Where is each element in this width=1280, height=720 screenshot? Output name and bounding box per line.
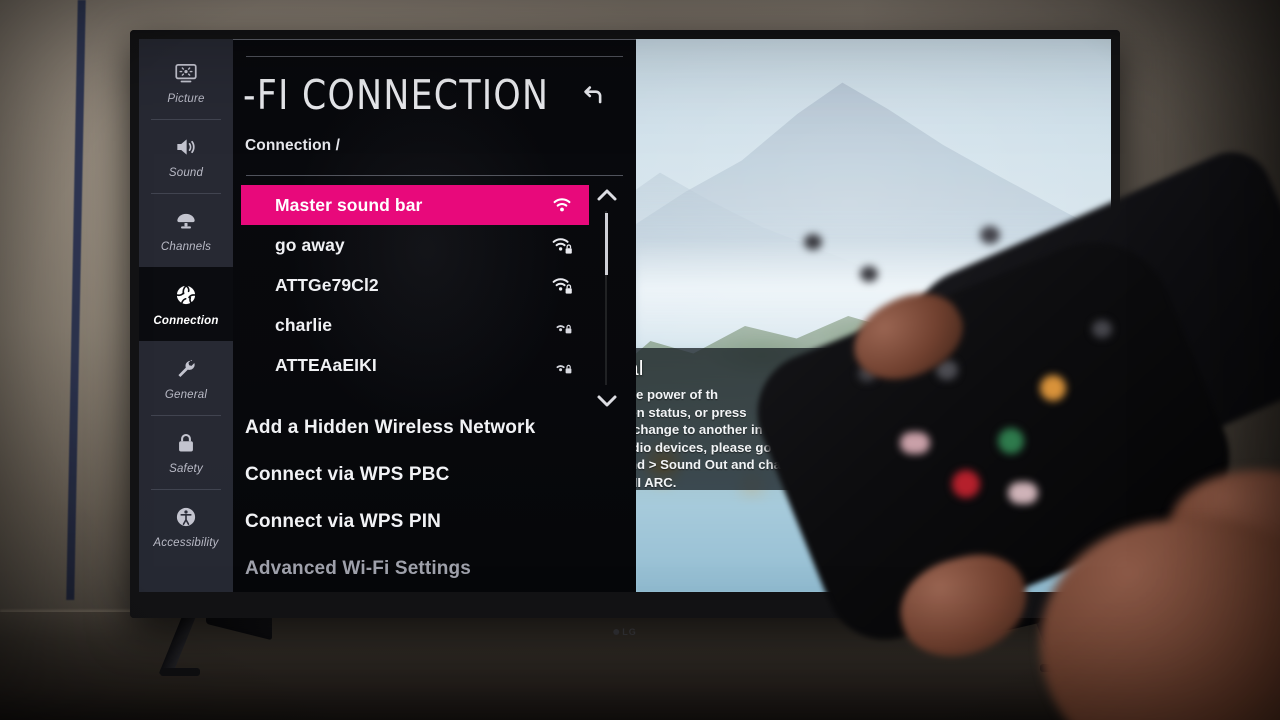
sidebar-item-picture[interactable]: Picture — [139, 45, 233, 119]
lock-icon — [173, 430, 199, 456]
tv-foot-right — [1040, 664, 1080, 672]
globe-network-icon — [173, 282, 199, 308]
page-title: -FI CONNECTION — [243, 71, 550, 119]
tv-screen: No Signal Please check the power of th c… — [139, 39, 1111, 592]
tv-foot-left — [160, 668, 200, 676]
settings-content: -FI CONNECTION Connection / Master sound… — [233, 39, 636, 592]
wifi-ssid-label: ATTGe79Cl2 — [275, 274, 379, 295]
wifi-network-row[interactable]: go away — [241, 225, 589, 265]
sidebar-item-channels[interactable]: Channels — [139, 193, 233, 267]
wrench-icon — [173, 356, 199, 382]
no-signal-line-5: Settings > Sound > Sound Out and change — [636, 457, 805, 473]
sidebar-item-general[interactable]: General — [139, 341, 233, 415]
tv-stand-surface — [0, 612, 1280, 720]
background-wallpaper: No Signal Please check the power of th c… — [636, 39, 1111, 592]
sidebar-item-label: Sound — [168, 166, 204, 179]
no-signal-line-4: For external audio devices, please go to — [636, 439, 788, 455]
no-signal-line-6: settings to HDMI ARC. — [636, 474, 677, 490]
television: LG No Signal Please check t — [130, 30, 1120, 637]
connect-wps-pin-item[interactable]: Connect via WPS PIN — [245, 498, 625, 545]
wifi-lock-icon — [549, 234, 575, 256]
wifi-network-row[interactable]: ATTGe79Cl2 — [241, 265, 589, 305]
sidebar-item-label: Connection — [153, 314, 219, 327]
sidebar-item-connection[interactable]: Connection — [139, 267, 233, 341]
no-signal-title: No Signal — [636, 358, 644, 380]
sidebar-item-label: Accessibility — [153, 536, 219, 549]
breadcrumb: Connection / — [245, 137, 341, 154]
sidebar-item-accessibility[interactable]: Accessibility — [139, 489, 233, 563]
no-signal-line-2: cable connection status, or press — [636, 404, 747, 420]
list-scrollbar[interactable] — [593, 187, 621, 409]
no-signal-panel: No Signal Please check the power of th c… — [636, 348, 898, 490]
wifi-network-list: Master sound bar go away ATTGe79Cl2 char… — [241, 185, 589, 385]
no-signal-line-3: your remote to change to another in — [636, 422, 763, 438]
scrollbar-thumb[interactable] — [605, 213, 608, 275]
wifi-network-row-selected[interactable]: Master sound bar — [241, 185, 589, 225]
sidebar-item-sound[interactable]: Sound — [139, 119, 233, 193]
speaker-icon — [173, 134, 199, 160]
sidebar-item-label: General — [164, 388, 208, 401]
sidebar-item-safety[interactable]: Safety — [139, 415, 233, 489]
settings-sidebar: Picture Sound Channels Connection Genera… — [139, 39, 233, 592]
lg-logo-text: LG — [622, 627, 637, 637]
wifi-network-row[interactable]: charlie — [241, 305, 589, 345]
accessibility-icon — [173, 504, 199, 530]
sidebar-item-label: Safety — [169, 462, 203, 475]
lg-logo-dot — [613, 629, 620, 635]
wifi-icon — [549, 194, 575, 216]
wifi-ssid-label: ATTEAaEIKI — [275, 354, 377, 375]
back-arrow-icon[interactable] — [578, 83, 606, 109]
divider-low — [233, 39, 636, 40]
advanced-wifi-settings-item[interactable]: Advanced Wi-Fi Settings — [245, 545, 625, 592]
divider-middle — [246, 175, 623, 176]
no-signal-line-1: Please check the power of th — [636, 387, 719, 402]
wifi-lock-icon — [549, 274, 575, 296]
wifi-network-row[interactable]: ATTEAaEIKI — [241, 345, 589, 385]
connect-wps-pbc-item[interactable]: Connect via WPS PBC — [245, 451, 625, 498]
wallpaper-glow — [636, 39, 1111, 592]
wifi-lock-icon — [549, 354, 575, 376]
picture-icon — [173, 60, 199, 86]
sidebar-item-label: Picture — [167, 92, 205, 105]
wifi-lock-icon — [549, 314, 575, 336]
chevron-up-icon[interactable] — [595, 187, 619, 203]
wifi-ssid-label: go away — [275, 234, 345, 255]
wifi-ssid-label: charlie — [275, 314, 333, 335]
sidebar-item-label: Channels — [160, 240, 212, 253]
settings-menu-overlay: Picture Sound Channels Connection Genera… — [139, 39, 636, 592]
add-hidden-network-item[interactable]: Add a Hidden Wireless Network — [245, 404, 625, 451]
lg-logo: LG — [613, 627, 637, 637]
wifi-ssid-label: Master sound bar — [275, 194, 423, 215]
divider-top — [246, 56, 623, 57]
satellite-dish-icon — [173, 208, 199, 234]
wifi-actions-list: Add a Hidden Wireless Network Connect vi… — [245, 404, 625, 592]
